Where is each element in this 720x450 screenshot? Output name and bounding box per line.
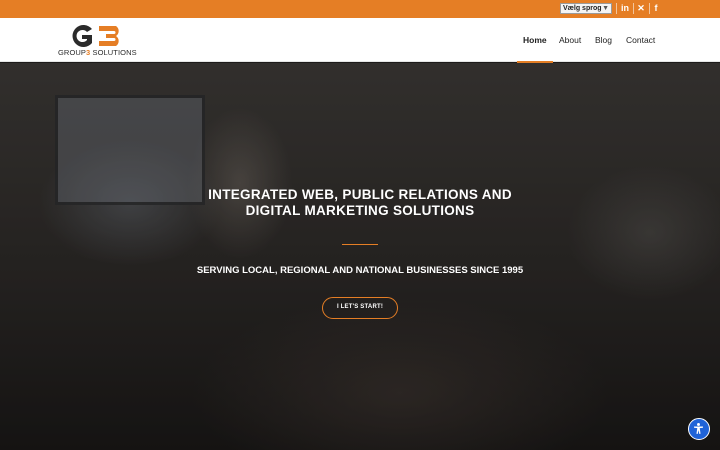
hero-title-line-2: DIGITAL MARKETING SOLUTIONS <box>245 203 475 218</box>
nav-about[interactable]: About <box>559 35 581 45</box>
nav-home[interactable]: Home <box>523 35 547 45</box>
site-logo[interactable]: GROUP3 SOLUTIONS <box>58 23 137 57</box>
nav-contact[interactable]: Contact <box>626 35 655 45</box>
hero-title: INTEGRATED WEB, PUBLIC RELATIONS AND DIG… <box>160 187 560 219</box>
hero-divider <box>342 244 378 245</box>
top-bar: Vælg sprog ▼ in ✕ f <box>0 0 720 18</box>
chevron-down-icon: ▼ <box>602 5 609 12</box>
linkedin-icon[interactable]: in <box>618 1 632 16</box>
g3-logo-icon <box>72 25 119 47</box>
logo-wordmark: GROUP3 SOLUTIONS <box>58 48 137 57</box>
site-header: GROUP3 SOLUTIONS Home About Blog Contact <box>0 18 720 62</box>
accessibility-icon <box>694 422 703 435</box>
logo-text-solutions: SOLUTIONS <box>90 48 137 57</box>
language-select[interactable]: Vælg sprog ▼ <box>560 3 612 14</box>
lets-start-button[interactable]: I LET'S START! <box>322 297 398 319</box>
hero-section: INTEGRATED WEB, PUBLIC RELATIONS AND DIG… <box>0 63 720 450</box>
hero-subtitle: SERVING LOCAL, REGIONAL AND NATIONAL BUS… <box>196 265 524 276</box>
hero-title-line-1: INTEGRATED WEB, PUBLIC RELATIONS AND <box>208 187 512 202</box>
language-select-label: Vælg sprog <box>563 5 602 12</box>
divider <box>616 3 617 14</box>
logo-text-group: GROUP <box>58 48 87 57</box>
accessibility-button[interactable] <box>688 418 710 440</box>
x-twitter-icon[interactable]: ✕ <box>634 1 648 16</box>
hero-overlay <box>0 63 720 450</box>
facebook-icon[interactable]: f <box>649 1 663 16</box>
nav-blog[interactable]: Blog <box>595 35 612 45</box>
